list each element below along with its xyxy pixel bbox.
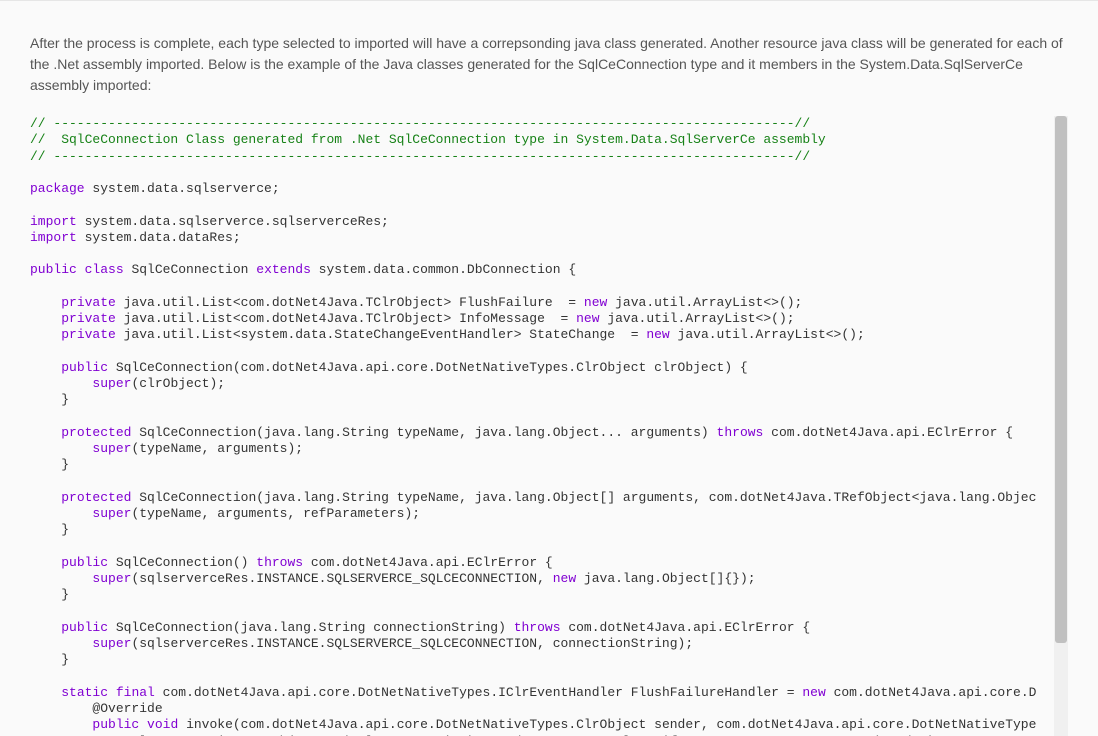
code-indent <box>30 311 61 326</box>
code-keyword: class <box>85 262 124 277</box>
code-keyword: super <box>92 441 131 456</box>
code-keyword: import <box>30 214 77 229</box>
code-keyword: private <box>61 327 116 342</box>
code-text: SqlCeConnection <box>124 262 257 277</box>
code-keyword: new <box>584 295 607 310</box>
code-indent <box>30 555 61 570</box>
code-keyword: new <box>802 685 825 700</box>
code-text: java.util.ArrayList<>(); <box>607 295 802 310</box>
code-keyword: public <box>61 620 108 635</box>
code-text: com.dotNet4Java.api.EClrError { <box>303 555 553 570</box>
code-text: java.util.List<system.data.StateChangeEv… <box>116 327 647 342</box>
code-indent <box>30 685 61 700</box>
code-indent <box>30 571 92 586</box>
code-text <box>108 685 116 700</box>
code-indent <box>30 295 61 310</box>
code-text: (sqlserverceRes.INSTANCE.SQLSERVERCE_SQL… <box>131 636 693 651</box>
code-indent <box>30 360 61 375</box>
code-text: system.data.sqlserverce; <box>85 181 280 196</box>
code-keyword: private <box>61 311 116 326</box>
code-text <box>77 262 85 277</box>
code-keyword: protected <box>61 425 131 440</box>
code-text: (clrObject); <box>131 376 225 391</box>
code-text: com.dotNet4Java.api.core.DotNetNativeTyp… <box>155 685 803 700</box>
code-text: system.data.dataRes; <box>77 230 241 245</box>
code-text: com.dotNet4Java.api.EClrError { <box>763 425 1013 440</box>
code-text: } <box>30 587 69 602</box>
code-keyword: public <box>92 717 139 732</box>
code-keyword: super <box>92 376 131 391</box>
code-text: system.data.sqlserverce.sqlserverceRes; <box>77 214 389 229</box>
code-keyword: throws <box>256 555 303 570</box>
code-text: (typeName, arguments, refParameters); <box>131 506 420 521</box>
code-text: java.util.ArrayList<>(); <box>600 311 795 326</box>
code-scroll-wrapper: // -------------------------------------… <box>30 116 1068 736</box>
code-block: // -------------------------------------… <box>30 116 1068 736</box>
code-indent <box>30 327 61 342</box>
code-text: java.util.ArrayList<>(); <box>670 327 865 342</box>
code-text: (typeName, arguments); <box>131 441 303 456</box>
code-keyword: super <box>92 636 131 651</box>
code-keyword: final <box>116 685 155 700</box>
document-container: After the process is complete, each type… <box>0 1 1098 736</box>
code-text: @Override <box>30 701 163 716</box>
code-keyword: private <box>61 295 116 310</box>
code-text: } <box>30 522 69 537</box>
code-keyword: extends <box>256 262 311 277</box>
code-text: SqlCeConnection(java.lang.String typeNam… <box>131 425 716 440</box>
code-text: com.dotNet4Java.api.core.D <box>826 685 1037 700</box>
code-keyword: void <box>147 717 178 732</box>
code-keyword: static <box>61 685 108 700</box>
code-indent <box>30 376 92 391</box>
code-keyword: package <box>30 181 85 196</box>
code-keyword: import <box>30 230 77 245</box>
code-indent <box>30 506 92 521</box>
code-text: SqlCeConnection(com.dotNet4Java.api.core… <box>108 360 748 375</box>
code-indent <box>30 441 92 456</box>
code-keyword: throws <box>717 425 764 440</box>
code-text: SqlCeConnection(java.lang.String typeNam… <box>131 490 1036 505</box>
intro-paragraph: After the process is complete, each type… <box>30 33 1068 96</box>
code-text: (sqlserverceRes.INSTANCE.SQLSERVERCE_SQL… <box>131 571 552 586</box>
code-text: SqlCeConnection() <box>108 555 256 570</box>
code-keyword: throws <box>514 620 561 635</box>
scrollbar-thumb[interactable] <box>1055 116 1067 643</box>
code-keyword: super <box>92 506 131 521</box>
code-keyword: new <box>576 311 599 326</box>
code-keyword: super <box>92 571 131 586</box>
code-keyword: new <box>646 327 669 342</box>
scrollbar-track[interactable] <box>1054 116 1068 736</box>
code-indent <box>30 425 61 440</box>
code-indent <box>30 490 61 505</box>
code-text: java.util.List<com.dotNet4Java.TClrObjec… <box>116 295 584 310</box>
code-text: } <box>30 457 69 472</box>
code-text: } <box>30 392 69 407</box>
code-indent <box>30 620 61 635</box>
code-indent <box>30 636 92 651</box>
code-text: } <box>30 652 69 667</box>
code-keyword: protected <box>61 490 131 505</box>
code-text: system.data.common.DbConnection { <box>311 262 576 277</box>
code-text: java.util.List<com.dotNet4Java.TClrObjec… <box>116 311 576 326</box>
code-comment: // -------------------------------------… <box>30 149 810 164</box>
code-comment: // SqlCeConnection Class generated from … <box>30 132 826 147</box>
code-keyword: new <box>553 571 576 586</box>
code-text <box>139 717 147 732</box>
code-keyword: public <box>61 555 108 570</box>
code-text: SqlCeConnection(java.lang.String connect… <box>108 620 514 635</box>
code-text: invoke(com.dotNet4Java.api.core.DotNetNa… <box>178 717 1036 732</box>
code-text: java.lang.Object[]{}); <box>576 571 755 586</box>
code-indent <box>30 717 92 732</box>
code-comment: // -------------------------------------… <box>30 116 810 131</box>
code-keyword: public <box>61 360 108 375</box>
code-text: com.dotNet4Java.api.EClrError { <box>561 620 811 635</box>
code-keyword: public <box>30 262 77 277</box>
